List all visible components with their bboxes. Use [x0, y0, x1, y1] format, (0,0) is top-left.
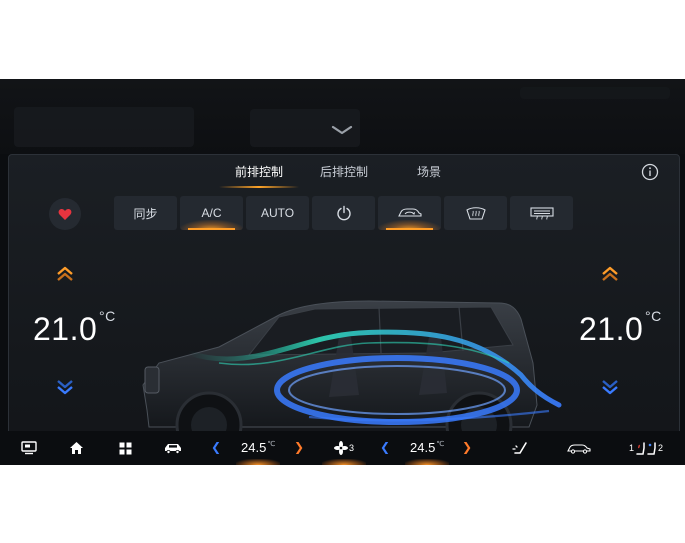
right-temperature-unit: °C: [645, 308, 662, 324]
sync-label: 同步: [133, 206, 158, 221]
power-button[interactable]: [312, 196, 375, 230]
recirculation-button[interactable]: [378, 196, 441, 230]
fan-glow: [322, 459, 366, 465]
dock-left-temperature[interactable]: 24.5℃: [241, 440, 275, 455]
favorite-button[interactable]: [49, 198, 81, 230]
dock-right-temperature[interactable]: 24.5℃: [410, 440, 444, 455]
seat-recline-button[interactable]: [510, 439, 530, 457]
car-airflow-illustration: [142, 300, 562, 459]
right-temp-decrease-icon[interactable]: ❮: [380, 440, 390, 454]
apps-grid-icon: [119, 442, 131, 454]
screen-switch-button[interactable]: [20, 439, 38, 457]
home-icon: [69, 442, 83, 454]
climate-screen: 前排控制 后排控制 场景 同步 A/C AUTO 21.0 °C 21.0 °C…: [0, 79, 685, 465]
front-defrost-icon: [465, 207, 486, 220]
tab-rear-control[interactable]: 后排控制: [320, 163, 368, 180]
left-temp-down-icon[interactable]: [55, 378, 75, 396]
apps-button[interactable]: [116, 439, 134, 457]
rear-defrost-button[interactable]: [510, 196, 573, 230]
tab-scene[interactable]: 场景: [417, 163, 441, 180]
car-outline-icon: [567, 444, 591, 454]
home-button[interactable]: [67, 439, 85, 457]
ac-button[interactable]: A/C: [180, 196, 243, 230]
climate-panel: 前排控制 后排控制 场景 同步 A/C AUTO 21.0 °C 21.0 °C: [8, 154, 680, 465]
right-temperature: 21.0 °C: [579, 308, 661, 348]
fan-icon: [333, 441, 348, 455]
car-mode-button[interactable]: [566, 439, 592, 457]
left-temperature-value: 21.0: [33, 311, 98, 347]
car-icon: [165, 444, 181, 454]
sync-button[interactable]: 同步: [114, 196, 177, 230]
heart-icon: [58, 208, 72, 220]
left-temp-decrease-icon[interactable]: ❮: [211, 440, 221, 454]
right-temp-up-icon[interactable]: [600, 265, 620, 283]
active-tab-indicator: [219, 186, 299, 188]
recirculation-icon: [397, 208, 422, 217]
seat-right-level: 2: [658, 443, 664, 453]
seat-recline-icon: [512, 442, 527, 454]
dock-left-temp-unit: ℃: [267, 441, 276, 448]
power-icon: [336, 205, 351, 221]
left-temp-glow: [236, 459, 280, 465]
left-temperature: 21.0 °C: [33, 308, 115, 348]
ac-label: A/C: [201, 206, 222, 220]
auto-label: AUTO: [260, 206, 295, 220]
collapse-chevron-icon[interactable]: [331, 123, 353, 137]
right-temperature-value: 21.0: [579, 311, 644, 347]
left-temp-increase-icon[interactable]: ❯: [294, 440, 304, 454]
front-defrost-button[interactable]: [444, 196, 507, 230]
info-icon[interactable]: [641, 163, 659, 181]
dock-right-temp-unit: ℃: [436, 441, 445, 448]
screen-switch-icon: [21, 441, 37, 455]
dock-fan-button[interactable]: 3: [332, 439, 356, 457]
dock-fan-speed: 3: [348, 443, 354, 453]
tab-front-control[interactable]: 前排控制: [235, 163, 283, 180]
bottom-dock: ❮ 24.5℃ ❯ 3 ❮ 24.5℃ ❯ 1 2: [0, 431, 685, 465]
seat-heat-button[interactable]: 1 2: [626, 439, 666, 457]
right-temp-increase-icon[interactable]: ❯: [462, 440, 472, 454]
right-temp-down-icon[interactable]: [600, 378, 620, 396]
right-temp-glow: [405, 459, 449, 465]
auto-button[interactable]: AUTO: [246, 196, 309, 230]
dock-right-temp-value: 24.5: [410, 440, 436, 455]
rear-defrost-icon: [529, 207, 554, 220]
background-content: [0, 79, 685, 154]
seat-heat-icon: [636, 442, 656, 455]
left-temp-up-icon[interactable]: [55, 265, 75, 283]
tab-bar: 前排控制 后排控制 场景: [9, 161, 679, 188]
dock-left-temp-value: 24.5: [241, 440, 267, 455]
left-temperature-unit: °C: [99, 308, 116, 324]
vehicle-button[interactable]: [163, 439, 183, 457]
